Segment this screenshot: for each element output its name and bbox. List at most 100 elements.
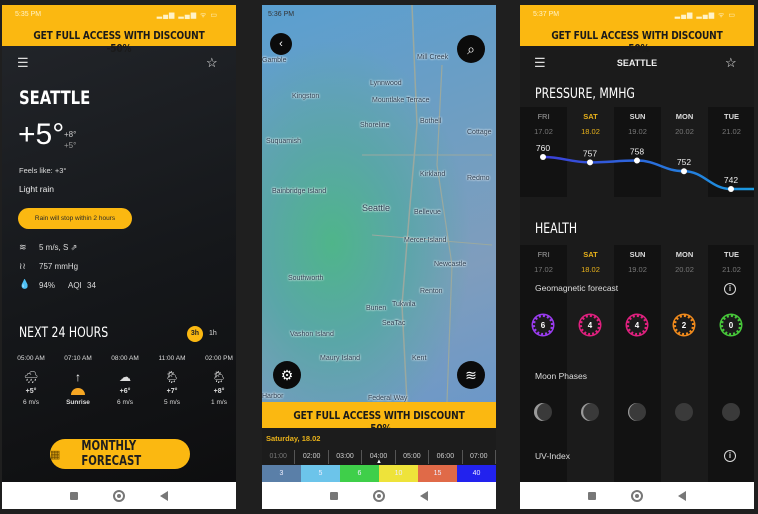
health-title: HEALTH	[535, 221, 578, 237]
map-label: Cottage	[467, 129, 492, 136]
back-button[interactable]	[160, 490, 169, 501]
map-label: Southworth	[288, 275, 324, 282]
recents-button[interactable]	[329, 491, 338, 500]
map-label: Mill Creek	[417, 54, 449, 61]
condition: Light rain	[19, 184, 54, 194]
timeline-slot[interactable]: 03:00	[329, 450, 363, 464]
map-label: Maury Island	[320, 355, 361, 362]
recents-button[interactable]	[69, 491, 78, 500]
day-column: FRI 17.02	[520, 245, 567, 482]
promo-banner[interactable]: 5:35 PM ▂▄▆ ▂▄▆ ᯤ ▭ GET FULL ACCESS WITH…	[2, 5, 236, 55]
pressure-point	[634, 157, 640, 164]
timeline-slot[interactable]: 07:00	[463, 450, 496, 464]
home-button[interactable]	[630, 489, 643, 502]
aqi-value: 34	[87, 281, 96, 290]
info-icon[interactable]: i	[724, 283, 736, 295]
day-name: FRI	[537, 250, 550, 259]
map-label: Gamble	[262, 57, 287, 64]
star-icon[interactable]: ☆	[206, 55, 218, 71]
map-label: Newcastle	[434, 261, 467, 268]
hour-wind: 6 m/s	[117, 399, 133, 406]
map-label: Mountlake Terrace	[372, 97, 430, 104]
day-name: MON	[675, 250, 694, 259]
uv-index-label: UV-Index	[535, 451, 570, 461]
wind-value: 5 m/s, S	[39, 243, 69, 252]
map-label: Tukwila	[392, 301, 416, 308]
map-label: Lynnwood	[370, 80, 402, 87]
back-button[interactable]	[678, 490, 687, 501]
pressure-icon: ≀≀	[19, 261, 26, 271]
search-icon[interactable]: ⌕	[457, 35, 485, 63]
moon-phase-icon	[581, 403, 599, 421]
map-label: Burien	[366, 305, 387, 312]
rain-notice-button[interactable]: Rain will stop within 2 hours	[18, 208, 132, 229]
hour-temp: +7°	[166, 388, 178, 395]
humidity-icon: 💧	[19, 279, 31, 289]
home-button[interactable]	[372, 489, 385, 502]
timeline-slot[interactable]: 05:00	[396, 450, 430, 464]
hour-time: 02:00 PM	[205, 355, 233, 362]
monthly-forecast-button[interactable]: ▦ MONTHLY FORECAST	[50, 439, 190, 469]
timeline-slot[interactable]: 06:00	[429, 450, 463, 464]
scale-segment: 40	[457, 465, 496, 482]
pressure-label: 752	[677, 157, 691, 167]
weather-icon: 🌦	[211, 370, 227, 384]
back-icon[interactable]: ‹	[270, 33, 292, 55]
weather-icon: 🌦	[164, 370, 180, 384]
day-date: 18.02	[581, 265, 600, 274]
temp-high: +8°	[64, 130, 77, 139]
map-label: Bellevue	[414, 209, 441, 216]
radar-map-screen: 5:36 PM Gamble Mill Creek Lynnwood Kingston…	[262, 5, 496, 509]
moon-phase-icon	[722, 403, 740, 421]
scale-segment: 5	[301, 465, 340, 482]
city-name: SEATTLE	[19, 87, 91, 109]
moon-phase-icon	[628, 403, 646, 421]
recents-button[interactable]	[587, 491, 596, 500]
map-label: Kingston	[292, 93, 320, 100]
hour-wind: 1 m/s	[211, 399, 227, 406]
pressure-point	[540, 154, 546, 160]
settings-gear-icon[interactable]: ⚙	[273, 361, 301, 389]
status-time: 5:35 PM	[15, 11, 42, 18]
menu-icon[interactable]: ☰	[17, 55, 29, 71]
timeline-date: Saturday, 18.02	[266, 434, 321, 443]
timeline-slot[interactable]: 01:00	[262, 450, 296, 464]
geomagnetic-badge: 0	[721, 315, 741, 335]
feels-like: Feels like: +3°	[19, 166, 67, 175]
back-button[interactable]	[420, 490, 429, 501]
moon-phases-label: Moon Phases	[535, 371, 587, 381]
wind-layer-icon[interactable]: ≋	[457, 361, 485, 389]
info-icon[interactable]: i	[724, 450, 736, 462]
day-column: SUN 19.02	[614, 245, 661, 482]
geomagnetic-badge: 6	[533, 315, 553, 335]
timeline-slot[interactable]: 02:00	[295, 450, 329, 464]
map-label: Harbor	[262, 393, 284, 400]
aqi-label: AQI	[68, 281, 82, 290]
hourly-item: 11:00 AM 🌦 +7° 5 m/s	[150, 355, 194, 406]
map-label: Vashon Island	[290, 331, 334, 338]
temp-low: +5°	[64, 141, 77, 150]
promo-banner[interactable]: GET FULL ACCESS WITH DISCOUNT -50%	[262, 402, 496, 435]
weather-icon: ↑	[75, 370, 81, 384]
hourly-item: 08:00 AM ☁ +6° 6 m/s	[103, 355, 147, 406]
day-name: SUN	[629, 250, 646, 259]
hour-time: 07:10 AM	[64, 355, 92, 362]
home-button[interactable]	[112, 489, 125, 502]
map-label: Mercer Island	[404, 237, 447, 244]
calendar-icon: ▦	[50, 448, 61, 461]
pressure-point	[587, 159, 593, 166]
map-label: Redmo	[467, 175, 490, 182]
wind-icon: ≋	[19, 242, 27, 252]
moon-phase-icon	[534, 403, 552, 421]
pressure-point	[728, 186, 734, 193]
toggle-3h[interactable]: 3h	[187, 326, 203, 342]
pressure-label: 757	[583, 148, 597, 158]
scale-segment: 10	[379, 465, 418, 482]
wind-direction-icon: ⇗	[70, 243, 78, 252]
toggle-1h[interactable]: 1h	[209, 330, 217, 337]
system-nav-bar	[520, 482, 754, 509]
day-name: TUE	[724, 250, 739, 259]
monthly-forecast-label: MONTHLY FORECAST	[81, 439, 142, 469]
hourly-item: 02:00 PM 🌦 +8° 1 m/s	[197, 355, 236, 406]
weather-icon: 🌧	[23, 370, 39, 384]
